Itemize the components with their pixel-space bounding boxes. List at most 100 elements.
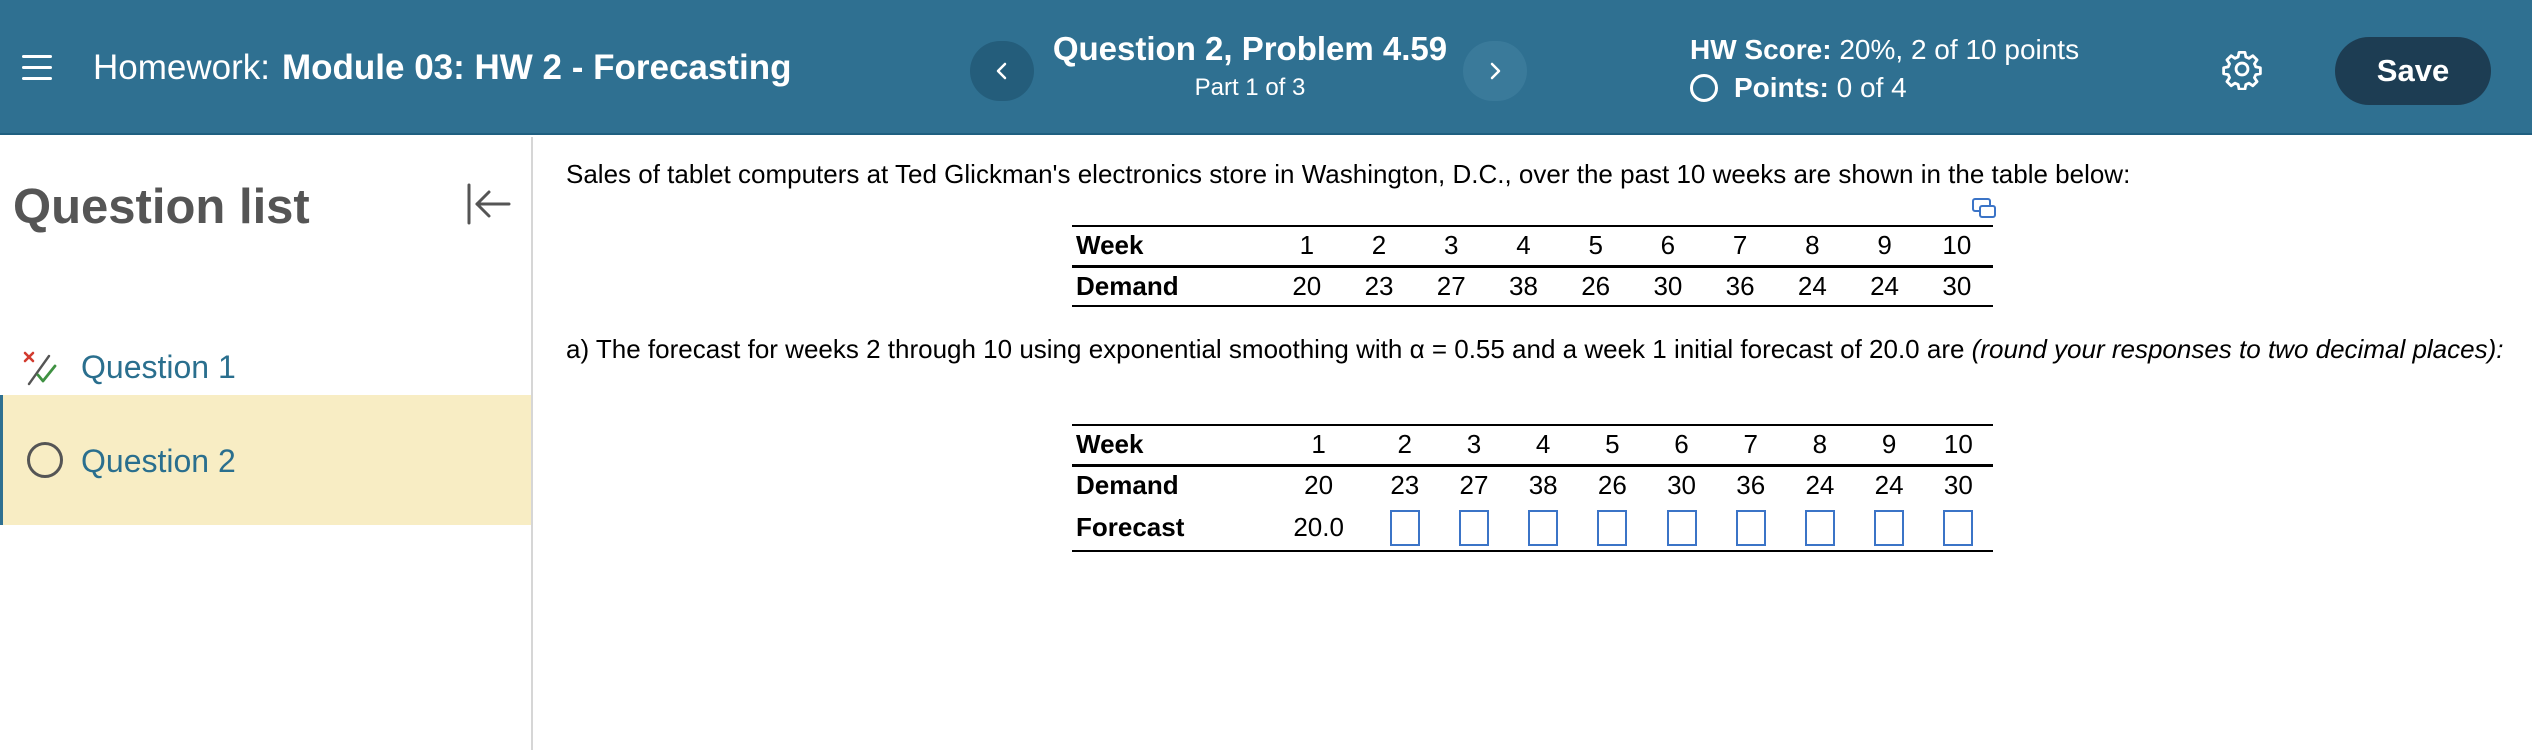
open-circle-icon (1690, 74, 1718, 102)
forecast-input-week-9[interactable] (1874, 509, 1905, 546)
sidebar-item-question-1[interactable]: Question 1 (0, 337, 531, 401)
homework-title: Homework: Module 03: HW 2 - Forecasting (93, 48, 791, 88)
popout-table-icon[interactable] (1971, 197, 1997, 219)
table-cell: 20 (1270, 266, 1343, 307)
table-row: Week 1 2 3 4 5 6 7 8 9 10 (1072, 424, 1993, 467)
table-cell: 1 (1270, 225, 1343, 268)
table-cell (1508, 505, 1578, 552)
save-button[interactable]: Save (2335, 37, 2491, 105)
chevron-left-icon (996, 62, 1007, 80)
table-cell: 2 (1370, 424, 1440, 467)
top-bar: Homework: Module 03: HW 2 - Forecasting Q… (0, 0, 2532, 135)
forecast-input-week-7[interactable] (1735, 509, 1766, 546)
table-cell: 10 (1920, 225, 1993, 268)
table-cell: 30 (1631, 266, 1705, 307)
table-row: Forecast 20.0 (1072, 505, 1993, 552)
table-cell: 27 (1415, 266, 1488, 307)
gear-icon[interactable] (2221, 48, 2263, 90)
table-cell (1370, 505, 1440, 552)
table-cell: 5 (1577, 424, 1647, 467)
table-cell: 23 (1390, 470, 1420, 501)
forecast-input-week-4[interactable] (1528, 509, 1559, 546)
homework-name: Module 03: HW 2 - Forecasting (281, 48, 792, 87)
table-cell: 6 (1646, 424, 1717, 467)
forecast-input-week-8[interactable] (1804, 509, 1835, 546)
table-row: Demand 20 23 27 38 26 30 36 24 24 30 (1072, 465, 1993, 505)
table-cell: 20.0 (1267, 505, 1371, 552)
points-label: Points: (1734, 72, 1829, 103)
table-cell: 36 (1704, 266, 1777, 307)
sidebar-item-question-2[interactable]: Question 2 (0, 395, 531, 525)
table-cell: 4 (1487, 225, 1560, 268)
row-header: Forecast (1072, 505, 1268, 552)
table-cell: 24 (1874, 470, 1904, 501)
forecast-input-week-5[interactable] (1597, 509, 1628, 546)
table-cell (1923, 505, 1993, 552)
row-header: Week (1072, 424, 1268, 467)
table-cell: 4 (1508, 424, 1578, 467)
part-label: Part 1 of 3 (1194, 74, 1306, 101)
open-circle-icon (27, 442, 63, 478)
forecast-table: Week 1 2 3 4 5 6 7 8 9 10 Demand 20 23 2… (1072, 424, 1993, 552)
table-cell: 9 (1854, 424, 1924, 467)
forecast-input-week-6[interactable] (1666, 509, 1697, 546)
table-cell: 26 (1597, 470, 1627, 501)
table-cell: 9 (1848, 225, 1921, 268)
row-header: Demand (1076, 470, 1179, 501)
question-content: Sales of tablet computers at Ted Glickma… (535, 137, 2532, 750)
table-cell: 24 (1805, 470, 1835, 501)
forecast-input-week-10[interactable] (1943, 509, 1974, 546)
table-cell: 30 (1667, 470, 1696, 501)
table-cell: 23 (1342, 266, 1416, 307)
table-cell: 30 (1920, 266, 1993, 307)
table-cell (1646, 505, 1717, 552)
table-cell: 6 (1631, 225, 1705, 268)
table-cell (1854, 505, 1924, 552)
collapse-left-icon[interactable] (463, 179, 513, 229)
sidebar-item-label: Question 1 (81, 349, 236, 385)
previous-question-button[interactable] (970, 41, 1034, 101)
table-cell: 5 (1559, 225, 1632, 268)
points-status: Points: 0 of 4 (1690, 72, 1907, 104)
part-a-text: a) The forecast for weeks 2 through 10 u… (566, 334, 1972, 364)
table-cell: 24 (1848, 266, 1921, 307)
sidebar-item-label: Question 2 (81, 443, 236, 479)
table-cell (1577, 505, 1647, 552)
table-cell: 2 (1342, 225, 1416, 268)
table-cell: 7 (1704, 225, 1777, 268)
question-list-title: Question list (13, 180, 310, 234)
table-cell: 38 (1487, 266, 1560, 307)
row-header: Demand (1072, 266, 1271, 307)
hamburger-menu-icon[interactable] (22, 55, 52, 81)
table-cell: 26 (1559, 266, 1632, 307)
table-cell: 24 (1776, 266, 1849, 307)
question-title: Question 2, Problem 4.59 (1052, 30, 1448, 67)
row-header: Week (1072, 225, 1271, 268)
points-value: 0 of 4 (1836, 72, 1907, 103)
forecast-input-week-3[interactable] (1458, 509, 1489, 546)
part-a-instruction: (round your responses to two decimal pla… (1971, 334, 2504, 364)
forecast-input-week-2[interactable] (1389, 509, 1420, 546)
table-cell: 3 (1415, 225, 1488, 268)
hw-score-label: HW Score: (1690, 34, 1832, 65)
table-cell: 38 (1528, 470, 1558, 501)
table-cell: 8 (1776, 225, 1849, 268)
table-cell: 10 (1923, 424, 1993, 467)
table-cell: 20 (1304, 470, 1334, 501)
homework-prefix: Homework: (93, 48, 270, 87)
question-list-sidebar: Question list Question 1 Question 2 (0, 137, 533, 750)
next-question-button[interactable] (1463, 41, 1527, 101)
table-cell: 7 (1716, 424, 1786, 467)
hw-score-value: 20%, 2 of 10 points (1839, 34, 2080, 65)
table-cell: 1 (1267, 424, 1371, 467)
table-cell (1785, 505, 1855, 552)
table-cell (1439, 505, 1509, 552)
table-cell: 30 (1943, 470, 1973, 501)
table-row: Demand 20 23 27 38 26 30 36 24 24 30 (1072, 266, 1993, 307)
sales-data-table: Week 1 2 3 4 5 6 7 8 9 10 Demand 20 23 2… (1072, 225, 1993, 307)
table-cell (1716, 505, 1786, 552)
problem-statement: Sales of tablet computers at Ted Glickma… (566, 159, 2131, 189)
table-cell: 8 (1785, 424, 1855, 467)
partial-credit-icon (23, 351, 57, 386)
table-cell: 36 (1736, 470, 1766, 501)
